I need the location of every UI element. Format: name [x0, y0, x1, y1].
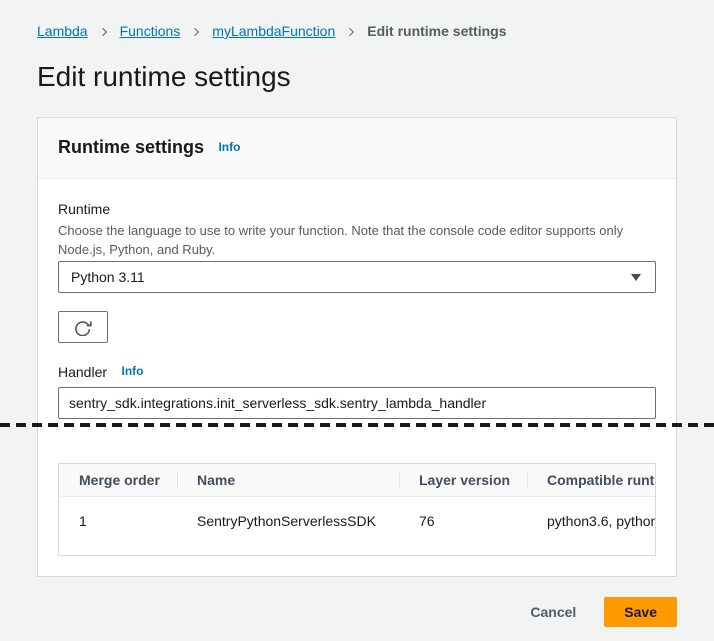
breadcrumb: Lambda Functions myLambdaFunction Edit r… — [0, 0, 714, 40]
runtime-label: Runtime — [58, 199, 656, 219]
runtime-settings-panel: Runtime settings Info Runtime Choose the… — [37, 117, 677, 577]
page: Lambda Functions myLambdaFunction Edit r… — [0, 0, 714, 641]
handler-info-link[interactable]: Info — [121, 364, 143, 378]
cell-compatible-runtimes: python3.6, python3.7 — [527, 497, 656, 556]
page-title: Edit runtime settings — [37, 60, 714, 94]
breadcrumb-link-functions[interactable]: Functions — [120, 22, 181, 40]
handler-field: Handler Info — [58, 361, 656, 419]
table-header-row: Merge order Name Layer version Compatibl… — [59, 464, 656, 497]
breadcrumb-link-lambda[interactable]: Lambda — [37, 22, 88, 40]
chevron-right-icon — [345, 26, 357, 38]
cell-layer-version: 76 — [399, 497, 527, 556]
table-row: 1 SentryPythonServerlessSDK 76 python3.6… — [59, 497, 656, 556]
redaction-dashed-line — [0, 423, 714, 427]
runtime-description: Choose the language to use to write your… — [58, 221, 656, 259]
cell-merge-order: 1 — [59, 497, 177, 556]
refresh-runtimes-button[interactable] — [58, 311, 108, 343]
breadcrumb-link-function-name[interactable]: myLambdaFunction — [212, 22, 335, 40]
breadcrumb-current: Edit runtime settings — [367, 22, 506, 40]
column-header-merge-order: Merge order — [59, 464, 177, 497]
handler-input[interactable] — [58, 387, 656, 419]
refresh-icon — [74, 318, 92, 336]
panel-header: Runtime settings Info — [38, 118, 676, 179]
column-header-compatible-runtimes: Compatible runtimes — [527, 464, 656, 497]
panel-body: Runtime Choose the language to use to wr… — [38, 179, 676, 576]
layers-table: Merge order Name Layer version Compatibl… — [58, 463, 656, 556]
panel-title: Runtime settings — [58, 137, 204, 157]
cell-name: SentryPythonServerlessSDK — [177, 497, 399, 556]
runtime-select[interactable]: Python 3.11 — [58, 261, 656, 293]
column-header-name: Name — [177, 464, 399, 497]
runtime-select-value: Python 3.11 — [71, 269, 145, 285]
chevron-right-icon — [98, 26, 110, 38]
chevron-right-icon — [190, 26, 202, 38]
handler-label: Handler — [58, 364, 107, 380]
caret-down-icon — [631, 274, 641, 281]
column-header-layer-version: Layer version — [399, 464, 527, 497]
runtime-settings-info-link[interactable]: Info — [218, 140, 240, 154]
cancel-button[interactable]: Cancel — [514, 597, 592, 627]
save-button[interactable]: Save — [604, 597, 677, 627]
footer-actions: Cancel Save — [37, 597, 677, 627]
runtime-field: Runtime Choose the language to use to wr… — [58, 199, 656, 293]
